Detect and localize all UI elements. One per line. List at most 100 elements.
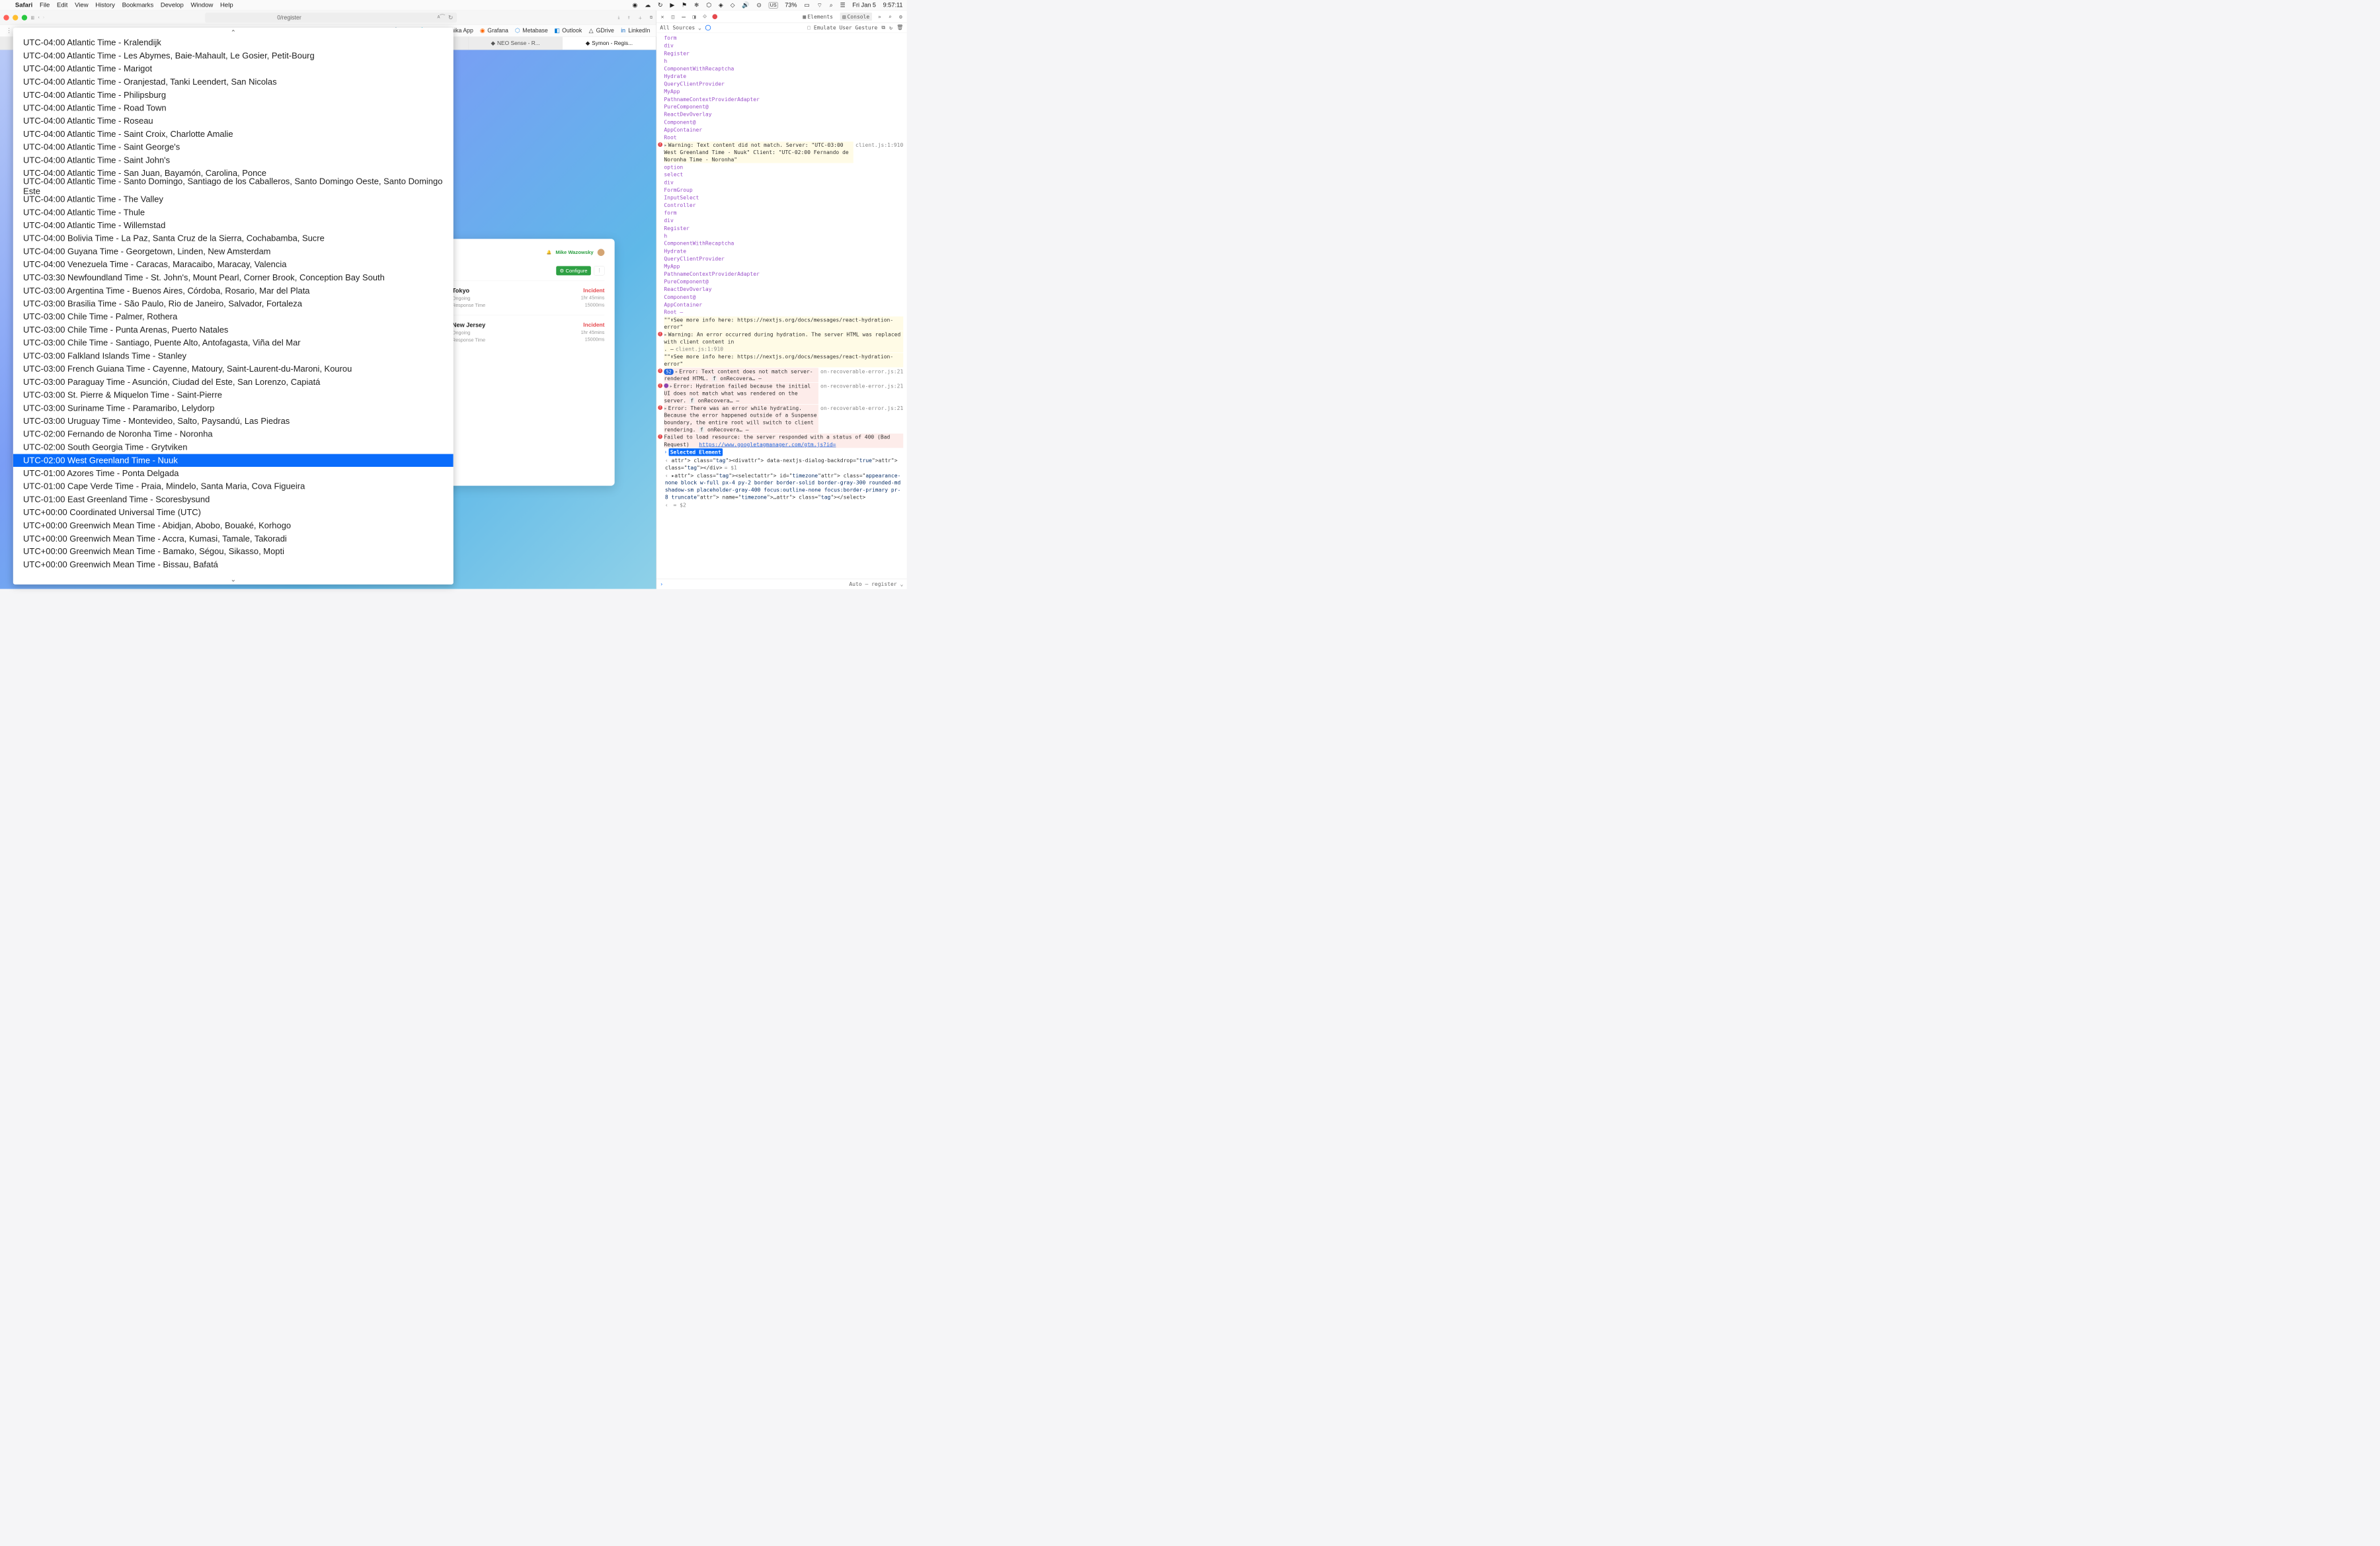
timezone-option[interactable]: UTC-04:00 Atlantic Time - Thule bbox=[13, 206, 454, 219]
bookmark-linkedin[interactable]: inLinkedIn bbox=[620, 27, 650, 34]
close-window[interactable] bbox=[3, 15, 9, 20]
timezone-option[interactable]: UTC-04:00 Atlantic Time - Road Town bbox=[13, 102, 454, 115]
timezone-option[interactable]: UTC+00:00 Coordinated Universal Time (UT… bbox=[13, 506, 454, 519]
menu-help[interactable]: Help bbox=[220, 1, 233, 9]
timezone-option[interactable]: UTC-03:00 Chile Time - Santiago, Puente … bbox=[13, 337, 454, 350]
timezone-option[interactable]: UTC-04:00 Atlantic Time - Kralendijk bbox=[13, 36, 454, 50]
reload-console-icon[interactable]: ↻ bbox=[889, 24, 892, 30]
menubar-date[interactable]: Fri Jan 5 bbox=[852, 1, 876, 9]
timezone-option[interactable]: UTC-04:00 Atlantic Time - Oranjestad, Ta… bbox=[13, 75, 454, 89]
timezone-option[interactable]: UTC-03:00 Falkland Islands Time - Stanle… bbox=[13, 349, 454, 362]
console-line[interactable]: div bbox=[656, 217, 907, 225]
dock-right-icon[interactable]: ◨ bbox=[691, 13, 697, 19]
bell-icon[interactable]: 🔔 bbox=[547, 250, 552, 255]
console-line[interactable]: QueryClientProvider bbox=[656, 255, 907, 263]
console-line[interactable]: InputSelect bbox=[656, 194, 907, 202]
menu-develop[interactable]: Develop bbox=[161, 1, 184, 9]
elements-tab[interactable]: ▦Elements bbox=[800, 13, 835, 20]
console-line[interactable]: option bbox=[656, 163, 907, 171]
battery-icon[interactable]: ▭ bbox=[804, 1, 810, 9]
timezone-option[interactable]: UTC-04:00 Atlantic Time - Santo Domingo,… bbox=[13, 180, 454, 193]
tabs-overview-icon[interactable]: ⧉ bbox=[650, 15, 653, 20]
emulate-checkbox[interactable] bbox=[807, 26, 811, 29]
console-line[interactable]: AppContainer bbox=[656, 126, 907, 134]
console-line[interactable]: PathnameContextProviderAdapter bbox=[656, 270, 907, 278]
wifi-icon[interactable]: ⌔ bbox=[817, 1, 823, 9]
console-body[interactable]: formdivRegisterhComponentWithRecaptchaHy… bbox=[656, 33, 907, 579]
console-line[interactable]: Root – bbox=[656, 308, 907, 316]
reader-icon[interactable]: ᴬ⁀ bbox=[437, 14, 444, 20]
snowflake-icon[interactable]: ❄ bbox=[694, 1, 699, 9]
timezone-option[interactable]: UTC-04:00 Atlantic Time - Saint John's bbox=[13, 153, 454, 167]
console-line[interactable]: PureComponent@ bbox=[656, 278, 907, 286]
console-line[interactable]: !Failed to load resource: the server res… bbox=[656, 433, 907, 448]
selected-element-row[interactable]: ›Selected Element bbox=[656, 448, 907, 456]
downloads-icon[interactable]: ⤓ bbox=[618, 15, 620, 20]
timezone-option[interactable]: UTC+00:00 Greenwich Mean Time - Bamako, … bbox=[13, 546, 454, 559]
timezone-option[interactable]: UTC-04:00 Atlantic Time - Willemstad bbox=[13, 219, 454, 232]
timezone-option[interactable]: UTC+00:00 Greenwich Mean Time - Accra, K… bbox=[13, 532, 454, 546]
console-prompt-icon[interactable]: › bbox=[660, 581, 663, 587]
console-line[interactable]: FormGroup bbox=[656, 186, 907, 194]
console-line[interactable]: h bbox=[656, 57, 907, 65]
console-line[interactable]: Hydrate bbox=[656, 73, 907, 81]
record-icon[interactable]: ◉ bbox=[633, 1, 638, 9]
console-line[interactable]: Register bbox=[656, 50, 907, 58]
flag-icon[interactable]: ⚑ bbox=[682, 1, 687, 9]
responsive-icon[interactable]: ⟐ bbox=[701, 13, 707, 19]
console-source[interactable]: client.js:1:910 bbox=[855, 142, 903, 149]
timezone-option[interactable]: UTC-02:00 West Greenland Time - Nuuk bbox=[13, 454, 454, 467]
menu-file[interactable]: File bbox=[40, 1, 50, 9]
timezone-option[interactable]: UTC-03:00 Brasilia Time - São Paulo, Rio… bbox=[13, 298, 454, 311]
bookmark-grafana[interactable]: ◉Grafana bbox=[479, 27, 508, 34]
timezone-option[interactable]: UTC-03:00 Chile Time - Punta Arenas, Pue… bbox=[13, 323, 454, 337]
bookmark-gdrive[interactable]: △GDrive bbox=[588, 27, 614, 34]
console-line[interactable]: Root bbox=[656, 134, 907, 142]
console-line[interactable]: !▸Error: There was an error while hydrat… bbox=[656, 404, 907, 433]
console-line[interactable]: MyApp bbox=[656, 88, 907, 96]
control-center-icon[interactable]: ☰ bbox=[840, 1, 846, 9]
menu-view[interactable]: View bbox=[75, 1, 88, 9]
sidebar-toggle-icon[interactable]: ▥ bbox=[30, 15, 34, 20]
cloud-icon[interactable]: ☁ bbox=[645, 1, 651, 9]
bookmark-metabase[interactable]: ⬡Metabase bbox=[514, 27, 548, 34]
bookmark-outlook[interactable]: ◧Outlook bbox=[554, 27, 582, 34]
clear-console-icon[interactable]: 🗑 bbox=[896, 24, 903, 31]
timezone-option[interactable]: UTC-02:00 Fernando de Noronha Time - Nor… bbox=[13, 428, 454, 441]
console-line[interactable]: !▸Warning: An error occurred during hydr… bbox=[656, 331, 907, 352]
console-source[interactable]: client.js:1:910 bbox=[676, 346, 723, 352]
nav-back-icon[interactable]: ‹ bbox=[38, 15, 40, 20]
timezone-option[interactable]: UTC-03:30 Newfoundland Time - St. John's… bbox=[13, 271, 454, 284]
console-line[interactable]: form bbox=[656, 34, 907, 42]
avatar[interactable] bbox=[598, 249, 605, 256]
timezone-option[interactable]: UTC-04:00 Atlantic Time - Les Abymes, Ba… bbox=[13, 50, 454, 63]
console-line[interactable]: ComponentWithRecaptcha bbox=[656, 65, 907, 73]
timezone-option[interactable]: UTC-01:00 Cape Verde Time - Praia, Minde… bbox=[13, 480, 454, 493]
new-tab-icon[interactable]: ＋ bbox=[638, 15, 642, 20]
timezone-option[interactable]: UTC+00:00 Greenwich Mean Time - Bissau, … bbox=[13, 558, 454, 571]
timezone-dropdown[interactable]: ⌃ UTC-04:00 Atlantic Time - KralendijkUT… bbox=[13, 28, 454, 585]
console-line[interactable]: Register bbox=[656, 224, 907, 232]
console-line[interactable]: MyApp bbox=[656, 263, 907, 270]
console-line[interactable]: AppContainer bbox=[656, 301, 907, 309]
devtools-search-icon[interactable]: ⌕ bbox=[887, 13, 893, 19]
more-tabs-icon[interactable]: » bbox=[877, 13, 883, 19]
timezone-option[interactable]: UTC-03:00 Chile Time - Palmer, Rothera bbox=[13, 310, 454, 323]
timezone-option[interactable]: UTC+00:00 Greenwich Mean Time - Abidjan,… bbox=[13, 519, 454, 532]
console-line[interactable]: Component@ bbox=[656, 118, 907, 126]
timezone-option[interactable]: UTC-04:00 Atlantic Time - Saint George's bbox=[13, 141, 454, 154]
console-line[interactable]: div bbox=[656, 179, 907, 186]
devtools-settings-icon[interactable]: ⚙ bbox=[898, 13, 904, 19]
dropdown-scroll-down[interactable]: ⌄ bbox=[231, 576, 236, 584]
sources-filter[interactable]: All Sources ⌄ bbox=[660, 24, 701, 30]
console-line[interactable]: !▸Warning: Text content did not match. S… bbox=[656, 142, 907, 163]
console-line[interactable]: div bbox=[656, 42, 907, 50]
console-line[interactable]: QueryClientProvider bbox=[656, 80, 907, 88]
input-source[interactable]: US bbox=[769, 2, 778, 8]
console-line[interactable]: ReactDevOverlay bbox=[656, 286, 907, 294]
address-bar[interactable]: 0/register ᴬ⁀ ↻ bbox=[205, 13, 457, 22]
console-line[interactable]: !▸Error: Hydration failed because the in… bbox=[656, 382, 907, 404]
console-source[interactable]: on-recoverable-error.js:21 bbox=[820, 383, 903, 390]
configure-button[interactable]: ⚙ Configure bbox=[556, 266, 591, 275]
menubar-app[interactable]: Safari bbox=[15, 1, 32, 9]
